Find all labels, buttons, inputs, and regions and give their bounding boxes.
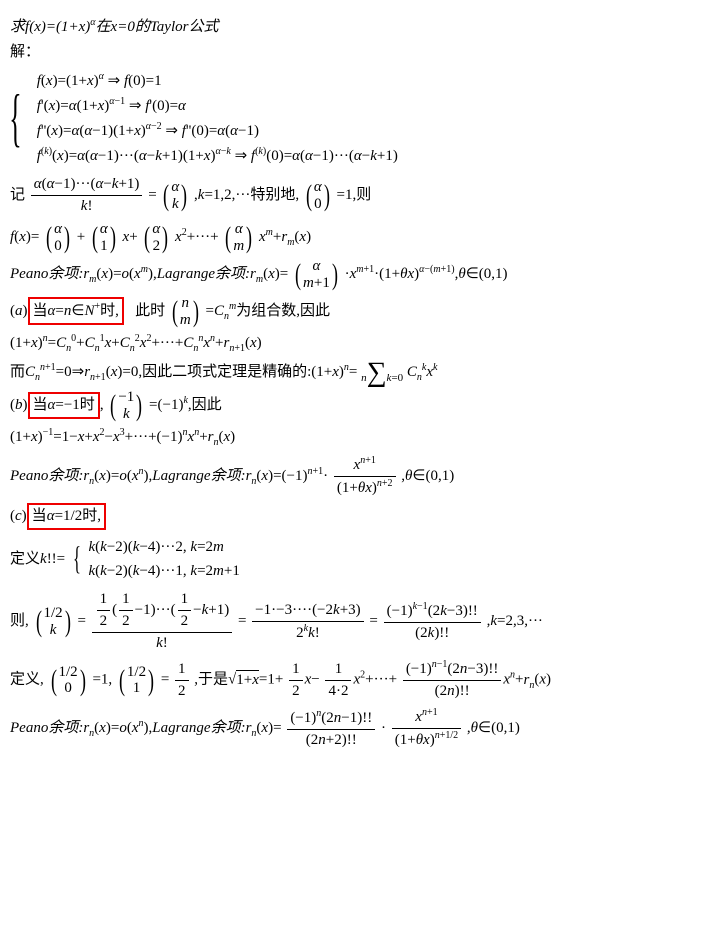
deriv-1: f'(x)=α(1+x)α−1 ⇒ f'(0)=α bbox=[37, 95, 398, 117]
double-factorial-def: 定义k!!= { k(k−2)(k−4)···2, k=2m k(k−2)(k−… bbox=[10, 534, 718, 585]
case-b-remainder: Peano余项:rn(x)=o(xn),Lagrange余项:rn(x)=(−1… bbox=[10, 454, 718, 499]
half-binom-eval: 则, (1/2k) = 12(12−1)···(12−k+1) k! = −1·… bbox=[10, 589, 718, 654]
case-b-expansion: (1+x)−1=1−x+x2−x3+···+(−1)nxn+rn(x) bbox=[10, 426, 718, 450]
case-b-box: 当α=−1时 bbox=[28, 392, 100, 419]
fx-expansion: f(x)= (α0) + (α1) x+ (α2) x2+···+ (αm) x… bbox=[10, 221, 718, 254]
case-a-expansion: (1+x)n=Cn0+Cn1x+Cn2x2+···+Cnnxn+rn+1(x) bbox=[10, 332, 718, 356]
peano-lagrange-remainder-general: Peano余项:rm(x)=o(xm),Lagrange余项:rm(x)= (α… bbox=[10, 258, 718, 291]
deriv-k: f(k)(x)=α(α−1)···(α−k+1)(1+x)α−k ⇒ f(k)(… bbox=[37, 145, 398, 167]
case-a-header: (a)当α=n∈N+时, 此时 (nm) =Cnm为组合数,因此 bbox=[10, 295, 718, 328]
case-c-remainder: Peano余项:rn(x)=o(xn),Lagrange余项:rn(x)= (−… bbox=[10, 706, 718, 751]
derivative-block: { f(x)=(1+x)α ⇒ f(0)=1 f'(x)=α(1+x)α−1 ⇒… bbox=[10, 67, 718, 170]
case-a-exact: 而Cnn+1=0⇒rn+1(x)=0,因此二项式定理是精确的:(1+x)n= n… bbox=[10, 360, 718, 385]
case-a-box: 当α=n∈N+时, bbox=[28, 297, 124, 325]
case-c-box: 当α=1/2时, bbox=[27, 503, 106, 530]
case-c-header: (c)当α=1/2时, bbox=[10, 503, 718, 530]
deriv-2: f''(x)=α(α−1)(1+x)α−2 ⇒ f''(0)=α(α−1) bbox=[37, 120, 398, 142]
deriv-0: f(x)=(1+x)α ⇒ f(0)=1 bbox=[37, 70, 398, 92]
solution-label: 解： bbox=[10, 42, 718, 63]
binom-definition: 记 α(α−1)···(α−k+1) k! = (αk) ,k=1,2,···特… bbox=[10, 174, 718, 217]
case-b-header: (b)当α=−1时, (−1k) =(−1)k,因此 bbox=[10, 389, 718, 422]
half-definition-expand: 定义, (1/20) =1, (1/21) = 12 ,于是√1+x=1+ 12… bbox=[10, 658, 718, 702]
problem-title: 求f(x)=(1+x)α在x=0的Taylor公式 bbox=[10, 16, 718, 38]
